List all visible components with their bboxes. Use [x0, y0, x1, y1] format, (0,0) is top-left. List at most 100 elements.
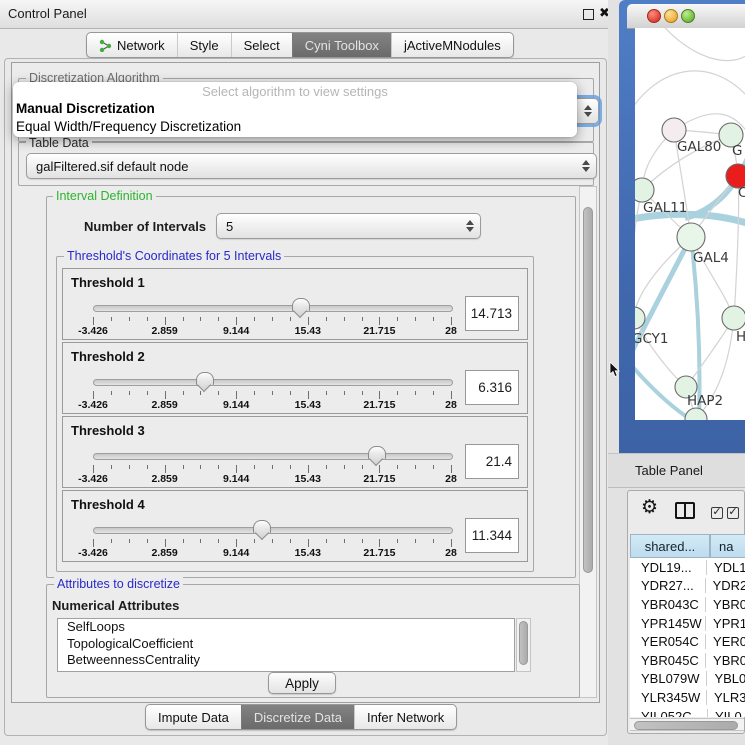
num-intervals-combobox[interactable]: 5 [216, 213, 481, 239]
network-node-label: C [738, 185, 745, 201]
slider-tick [183, 317, 184, 321]
network-node[interactable] [635, 178, 654, 202]
cell-name: YBR0 [706, 597, 745, 612]
slider-tick [111, 465, 112, 469]
slider-tick [93, 539, 94, 547]
cell-name: YPR1 [706, 616, 745, 631]
table-row[interactable]: YPR145WYPR1 [630, 614, 745, 633]
attributes-group-title: Attributes to discretize [54, 577, 183, 591]
list-item[interactable]: TopologicalCoefficient [58, 636, 514, 653]
tab-infer-network[interactable]: Infer Network [354, 705, 456, 729]
slider-tick [272, 391, 273, 395]
columns-icon[interactable] [675, 502, 695, 519]
threshold-value-field[interactable]: 14.713 [465, 296, 519, 331]
bottom-tab-bar: Impute Data Discretize Data Infer Networ… [145, 704, 457, 730]
tab-style[interactable]: Style [177, 33, 231, 57]
slider-track[interactable] [93, 305, 453, 312]
threshold-value-field[interactable]: 6.316 [465, 370, 519, 405]
threshold-value-field[interactable]: 21.4 [465, 444, 519, 479]
slider-tick [272, 539, 273, 543]
cell-shared-name: YER054C [630, 634, 706, 649]
cell-shared-name: YDR27... [630, 578, 706, 593]
slider-thumb[interactable] [253, 520, 271, 533]
threshold-label: Threshold 1 [71, 275, 145, 290]
tab-select[interactable]: Select [231, 33, 292, 57]
tab-jactivemnodules[interactable]: jActiveMNodules [391, 33, 513, 57]
table-row[interactable]: YLR345WYLR3 [630, 688, 745, 707]
list-scrollbar-track[interactable] [516, 618, 531, 672]
slider-tick [362, 539, 363, 543]
network-canvas[interactable]: GAL80GCGAL11GAL4GCY1HHAP2 [635, 28, 745, 420]
dropdown-option-manual[interactable]: Manual Discretization [13, 100, 577, 118]
slider-tick [111, 391, 112, 395]
slider-tick [362, 391, 363, 395]
slider-tick [93, 465, 94, 473]
table-row[interactable]: YDL19...YDL1 [630, 558, 745, 577]
main-scrollbar-thumb[interactable] [583, 207, 593, 573]
slider-tick [379, 391, 380, 399]
slider-track[interactable] [93, 379, 453, 386]
checkbox-icon[interactable]: ✓ [727, 507, 739, 519]
table-data-combobox[interactable]: galFiltered.sif default node [26, 153, 597, 179]
network-node[interactable] [722, 306, 745, 330]
table-row[interactable]: YIL052CYIL0 [630, 707, 745, 717]
slider-tick [129, 317, 130, 321]
zoom-traffic-light[interactable] [681, 9, 695, 23]
slider-tick [415, 539, 416, 543]
threshold-slider-panel: Threshold 4-3.4262.8599.14415.4321.71528… [62, 490, 528, 562]
network-window-titlebar[interactable] [627, 4, 745, 29]
list-item[interactable]: SelfLoops [58, 619, 514, 636]
table-row[interactable]: YDR27...YDR2 [630, 577, 745, 596]
table-row[interactable]: YER054CYER0 [630, 632, 745, 651]
slider-tick [147, 465, 148, 469]
thresholds-group-title: Threshold's Coordinates for 5 Intervals [64, 249, 284, 263]
table-row[interactable]: YBL079WYBL0 [630, 670, 745, 689]
tab-label: Select [244, 38, 280, 53]
network-edge [686, 318, 734, 387]
slider-track[interactable] [93, 527, 453, 534]
column-header-name[interactable]: na [710, 534, 745, 558]
threshold-value-field[interactable]: 11.344 [465, 518, 519, 553]
slider-tick-label: 15.43 [295, 547, 321, 559]
slider-tick [218, 391, 219, 395]
apply-button[interactable]: Apply [268, 672, 336, 694]
slider-tick [218, 317, 219, 321]
network-node-label: GCY1 [635, 331, 669, 347]
slider-tick [254, 317, 255, 321]
slider-tick [200, 539, 201, 543]
threshold-slider-panel: Threshold 2-3.4262.8599.14415.4321.71528… [62, 342, 528, 414]
tab-impute-data[interactable]: Impute Data [146, 705, 241, 729]
column-header-shared-name[interactable]: shared... [630, 534, 710, 558]
slider-tick [218, 465, 219, 469]
table-hscrollbar-thumb[interactable] [634, 721, 738, 730]
network-node[interactable] [677, 223, 705, 251]
tab-cyni-toolbox[interactable]: Cyni Toolbox [292, 33, 391, 57]
close-traffic-light[interactable] [647, 9, 661, 23]
list-item[interactable]: BetweennessCentrality [58, 652, 514, 669]
table-row[interactable]: YBR043CYBR0 [630, 595, 745, 614]
threshold-slider-panel: Threshold 3-3.4262.8599.14415.4321.71528… [62, 416, 528, 488]
threshold-label: Threshold 4 [71, 497, 145, 512]
slider-thumb[interactable] [368, 446, 386, 459]
table-hscrollbar-track[interactable] [630, 718, 744, 731]
dropdown-option-equal-width[interactable]: Equal Width/Frequency Discretization [13, 118, 577, 136]
numerical-attributes-list[interactable]: SelfLoopsTopologicalCoefficientBetweenne… [57, 618, 515, 672]
control-panel-titlebar: Control Panel ✖ [0, 0, 612, 29]
slider-thumb[interactable] [196, 372, 214, 385]
slider-tick-label: 9.144 [223, 325, 249, 337]
slider-thumb[interactable] [292, 298, 310, 311]
main-scrollbar-track[interactable] [579, 186, 597, 698]
slider-tick [308, 391, 309, 399]
checkbox-icon[interactable]: ✓ [711, 507, 723, 519]
tab-discretize-data[interactable]: Discretize Data [241, 705, 354, 729]
slider-tick [147, 317, 148, 321]
minimize-traffic-light[interactable] [664, 9, 678, 23]
table-row[interactable]: YBR045CYBR0 [630, 651, 745, 670]
slider-track[interactable] [93, 453, 453, 460]
gear-icon[interactable]: ⚙ [641, 498, 658, 518]
slider-tick [433, 539, 434, 543]
list-scrollbar-thumb[interactable] [519, 621, 528, 665]
tab-network[interactable]: Network [87, 33, 177, 57]
slider-tick [397, 539, 398, 543]
float-window-icon[interactable] [583, 9, 594, 20]
